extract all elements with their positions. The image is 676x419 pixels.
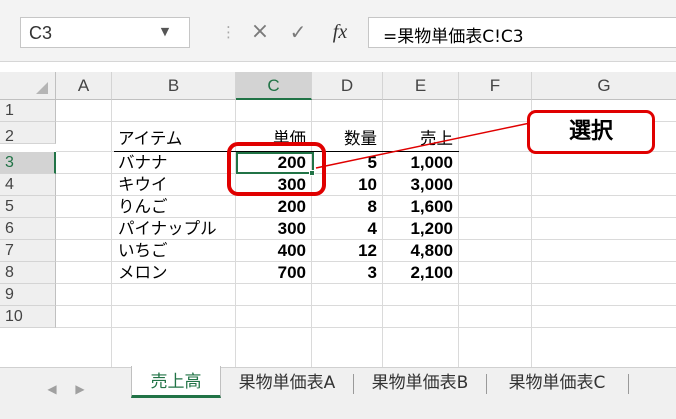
annotation-overlay — [315, 122, 531, 169]
prev-sheet-icon[interactable]: ◀ — [42, 376, 62, 402]
sheet-tab-fruit-price-b[interactable]: 果物単価表B — [354, 367, 486, 399]
callout-line — [315, 122, 531, 169]
sheet-tab-sales[interactable]: 売上高 — [131, 366, 221, 398]
next-sheet-icon[interactable]: ▶ — [70, 376, 90, 402]
sheet-tab-fruit-price-a[interactable]: 果物単価表A — [221, 367, 353, 399]
sheet-tab-fruit-price-c[interactable]: 果物単価表C — [487, 367, 627, 399]
selection-highlight-ring — [227, 142, 326, 196]
tab-separator — [628, 374, 629, 394]
callout-label: 選択 — [527, 110, 655, 154]
